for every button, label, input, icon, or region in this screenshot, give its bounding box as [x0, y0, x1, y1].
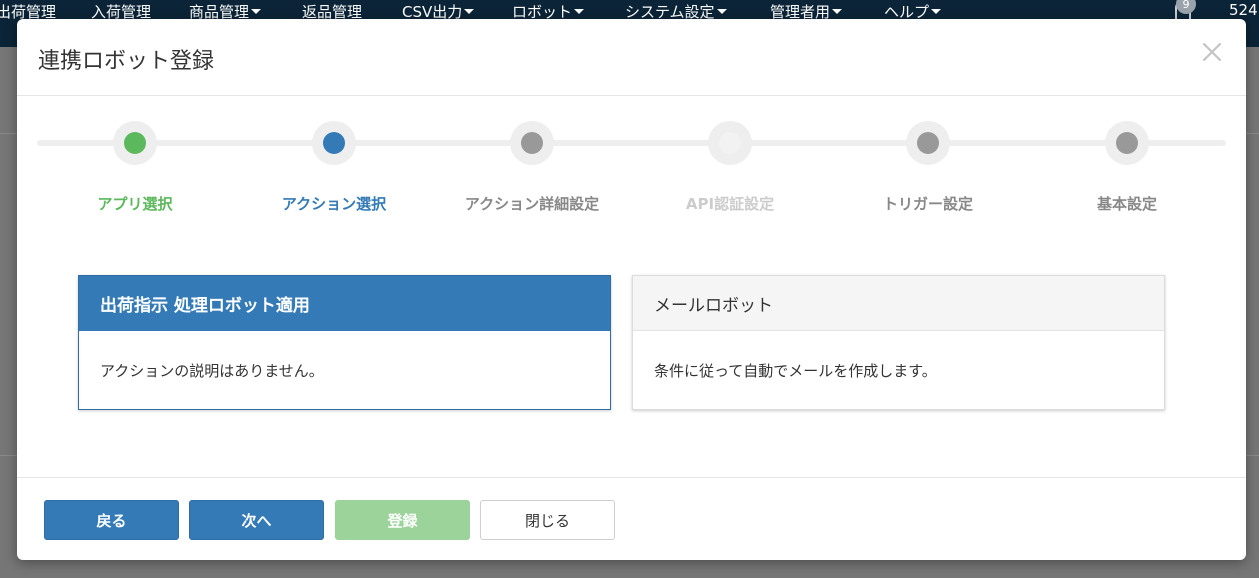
caret-down-icon	[716, 9, 727, 14]
step-label-trigger: トリガー設定	[882, 195, 973, 213]
action-card-title: 出荷指示 処理ロボット適用	[79, 276, 610, 331]
step-dot	[323, 132, 345, 154]
nav-right-text: 524	[1229, 1, 1258, 19]
action-card-mail-robot[interactable]: メールロボット 条件に従って自動でメールを作成します。	[632, 275, 1165, 410]
modal-title: 連携ロボット登録	[38, 49, 215, 74]
action-card-description: 条件に従って自動でメールを作成します。	[654, 361, 937, 380]
next-button[interactable]: 次へ	[189, 500, 324, 540]
caret-down-icon	[832, 9, 843, 14]
modal-footer: 戻る 次へ 登録 閉じる	[17, 477, 1246, 560]
caret-down-icon	[251, 9, 262, 14]
step-dot	[719, 132, 741, 154]
register-button[interactable]: 登録	[335, 500, 470, 540]
step-indicator	[708, 121, 752, 165]
action-card-shipping-robot[interactable]: 出荷指示 処理ロボット適用 アクションの説明はありません。	[78, 275, 611, 410]
action-card-title: メールロボット	[633, 276, 1164, 331]
step-label-app-select: アプリ選択	[97, 195, 173, 213]
step-indicator	[1105, 121, 1149, 165]
step-indicator	[906, 121, 950, 165]
back-button[interactable]: 戻る	[44, 500, 179, 540]
step-dot	[1116, 132, 1138, 154]
step-label-action-select: アクション選択	[281, 195, 387, 213]
robot-registration-modal: 連携ロボット登録 アプリ選択 アクション選択 アクション詳細設定 API認証設定…	[17, 19, 1246, 560]
modal-header: 連携ロボット登録	[17, 19, 1246, 96]
step-dot	[124, 132, 146, 154]
step-label-action-detail: アクション詳細設定	[464, 195, 600, 213]
stepper-track	[37, 140, 1226, 146]
step-dot	[917, 132, 939, 154]
caret-down-icon	[464, 9, 475, 14]
step-label-basic: 基本設定	[1096, 195, 1157, 213]
caret-down-icon	[931, 9, 942, 14]
step-indicator	[312, 121, 356, 165]
step-indicator	[510, 121, 554, 165]
close-icon[interactable]	[1199, 39, 1225, 65]
caret-down-icon	[574, 9, 585, 14]
step-dot	[521, 132, 543, 154]
close-button[interactable]: 閉じる	[480, 500, 615, 540]
action-card-description: アクションの説明はありません。	[100, 361, 324, 380]
step-indicator	[113, 121, 157, 165]
step-label-api-auth: API認証設定	[685, 195, 775, 213]
